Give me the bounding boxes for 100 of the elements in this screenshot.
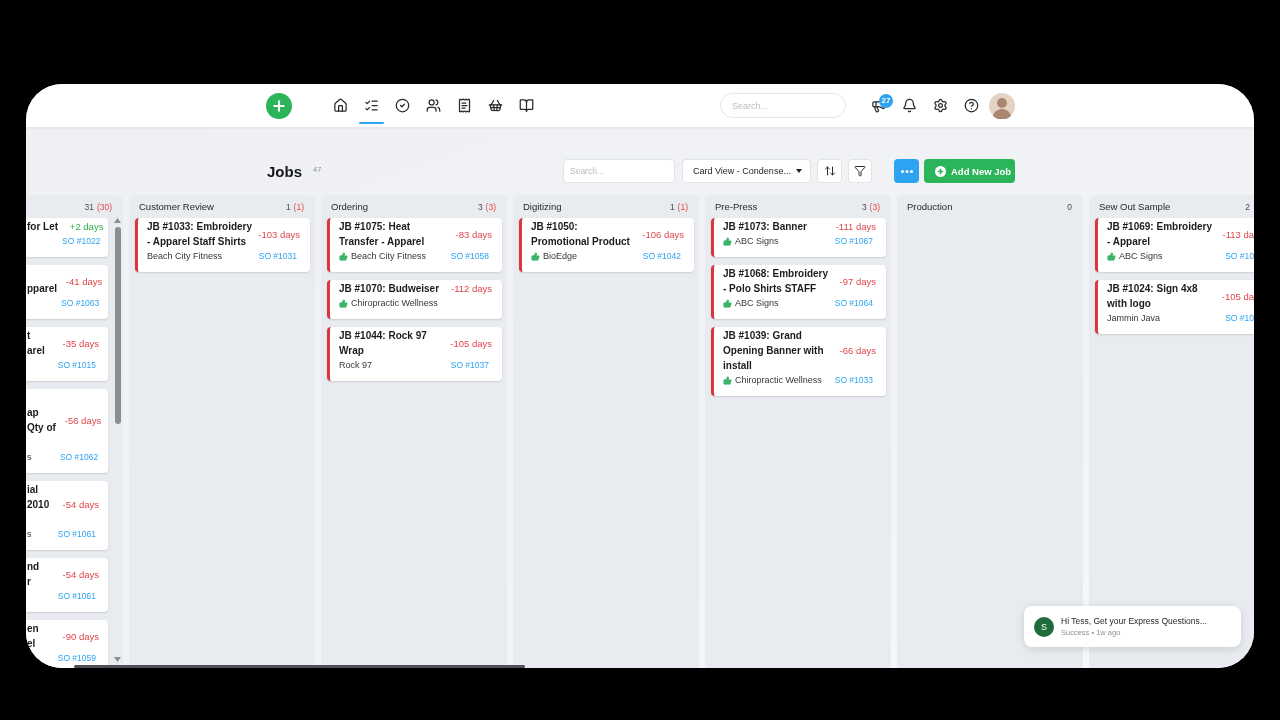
toast-message: Hi Tess, Get your Express Questions... [1061,616,1207,626]
overdue-count: (1) [677,201,688,212]
card-title: ap [27,406,39,420]
job-card[interactable]: ial 2010 -54 days s SO #1061 [26,481,108,550]
check-circle-icon [395,98,410,113]
job-card[interactable]: JB #1068: Embroidery - Polo Shirts STAFF -97 days ABC Signs SO #1064 [711,265,886,319]
overdue-count: (1) [293,201,304,212]
card-title: en [27,622,39,636]
card-title: JB #1039: Grand Opening Banner with install [723,329,825,373]
customer-name: BioEdge [543,250,578,263]
card-title: arel [27,344,45,358]
job-card[interactable]: JB #1069: Embroidery - Apparel -113 da ABC Signs SO #10 [1095,218,1254,272]
card-count: 31 [84,201,94,212]
card-title: JB #1073: Banner [723,220,808,234]
overdue-count: (3) [485,201,496,212]
caret-icon [796,169,802,173]
notification-badge: 27 [879,94,893,108]
ellipsis-icon [900,169,913,173]
customer-name: Beach City Fitness [147,250,223,263]
card-title: JB #1033: Embroidery - Apparel Staff Shirts [147,220,254,249]
search-field[interactable]: Search... [720,93,846,118]
create-button[interactable] [266,92,292,119]
card-title: JB #1050: Promotional Product [531,220,631,249]
customer-name: Jammin Java [1107,312,1160,325]
view-dropdown[interactable]: Card View - Condense... [682,159,811,183]
bell-icon [902,98,917,113]
filter-icon [854,165,866,177]
sort-icon [823,165,836,177]
job-card[interactable]: JB #1044: Rock 97 Wrap -105 days Rock 97 SO #1037 [327,327,502,381]
customer-name: ABC Signs [735,235,779,248]
card-title: JB #1068: Embroidery - Polo Shirts STAFF [723,267,830,296]
up-arrow-icon [114,218,121,223]
checklist-icon [364,98,379,113]
days-label: -41 days [65,274,103,289]
days-label: -66 days [839,344,876,358]
customer-name: s [27,528,32,541]
customer-name: ABC Signs [1119,250,1163,263]
filter-button[interactable] [848,159,872,183]
page-title: Jobs [267,162,302,180]
days-label: -54 days [62,498,99,512]
horizontal-scrollbar[interactable] [74,665,525,668]
days-label: -111 days [835,220,876,234]
column-title: Pre-Press [715,201,758,212]
plus-circle-icon [935,165,946,177]
days-label: -112 days [451,282,492,296]
help-icon [964,98,979,113]
column-title: Ordering [331,201,368,212]
job-card[interactable]: JB #1075: Heat Transfer - Apparel -83 days Beach City Fitness SO #1058 [327,218,502,272]
days-label: -54 days [62,567,99,582]
users-icon [426,98,441,113]
home-icon [333,98,348,113]
card-count: 1 [285,201,291,212]
card-title: Qty of [27,421,56,435]
column-title: Customer Review [139,201,214,212]
job-card[interactable]: JB #1050: Promotional Product -106 days BioEdge SO #1042 [519,218,694,272]
vertical-scrollbar[interactable] [114,218,121,662]
receipt-icon [457,98,472,113]
customer-name: Chiropractic Wellness [735,374,822,387]
days-label: -113 da [1222,227,1254,242]
down-arrow-icon [114,657,121,662]
card-title: nd [27,560,40,574]
job-card[interactable]: JB #1024: Sign 4x8 with logo -105 da Jammin Java SO #10 [1095,280,1254,334]
job-card[interactable]: JB #1039: Grand Opening Banner with install -66 days Chiropractic Wellness SO #1033 [711,327,886,396]
job-card[interactable]: pparel -41 days SO #1063 [26,265,108,319]
customer-name: Beach City Fitness [351,250,427,263]
job-card[interactable]: for Let +2 days SO #1022 [26,218,108,257]
card-title: JB #1069: Embroidery - Apparel [1107,220,1214,249]
days-label: -56 days [64,413,102,428]
customer-name: s [27,451,32,464]
scrollbar-thumb[interactable] [114,227,121,424]
card-count: 1 [669,201,675,212]
basket-icon [488,98,503,113]
days-label: -106 days [642,227,684,242]
days-label: -105 days [450,336,492,351]
card-title: t [27,329,31,343]
card-title: JB #1075: Heat Transfer - Apparel [339,220,426,249]
job-card[interactable]: JB #1070: Budweiser -112 days Chiropractic Wellness [327,280,502,319]
settings-icon [933,98,948,113]
job-card[interactable]: nd r -54 days SO #1061 [26,558,108,612]
days-label: -103 days [258,227,300,242]
column-title: Sew Out Sample [1099,201,1171,212]
card-title: JB #1070: Budweiser [339,282,441,296]
card-count: 3 [861,201,867,212]
card-title: for Let [27,220,59,234]
card-title: 2010 [27,498,50,512]
plus-icon [271,97,287,114]
days-label: -97 days [839,274,876,289]
card-title: ial [27,483,39,497]
overdue-count: (3) [869,201,880,212]
days-label: -105 da [1221,289,1254,304]
days-label: -90 days [62,629,99,644]
card-title: JB #1024: Sign 4x8 with logo [1107,282,1199,311]
sort-button[interactable] [817,159,842,183]
search-field[interactable]: Search... [563,159,675,183]
job-card[interactable]: t arel -35 days SO #1015 [26,327,108,381]
column-title: Digitizing [523,201,562,212]
card-count: 2 [1245,201,1250,212]
customer-name: Chiropractic Wellness [351,297,438,310]
card-title: JB #1044: Rock 97 Wrap [339,329,428,358]
job-card[interactable]: JB #1073: Banner -111 days ABC Signs SO #1067 [711,218,886,257]
